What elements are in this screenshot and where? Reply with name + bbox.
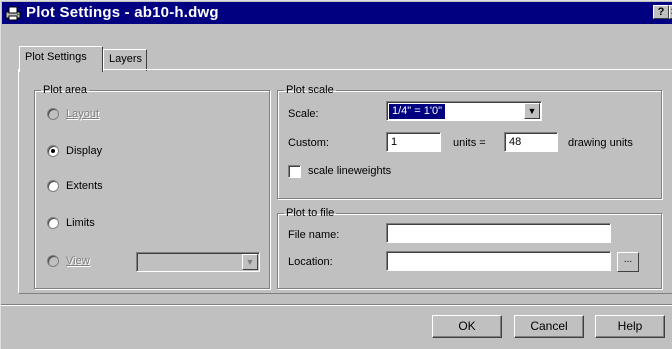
- plot-scale-legend: Plot scale: [286, 84, 334, 96]
- tab-layers[interactable]: Layers: [103, 49, 147, 71]
- radio-label: Display: [66, 145, 103, 157]
- plot-to-file-group: Plot to file: [277, 207, 662, 289]
- window-title: Plot Settings - ab10-h.dwg: [26, 4, 219, 21]
- radio-label: Limits: [66, 217, 95, 229]
- radio-button[interactable]: [47, 255, 59, 267]
- plot-settings-dialog: Plot Settings - ab10-h.dwg ? × Plot Sett…: [0, 0, 672, 349]
- title-bar[interactable]: Plot Settings - ab10-h.dwg ? ×: [2, 2, 672, 24]
- custom-drawing-value: 48: [509, 136, 522, 148]
- radio-button[interactable]: [47, 217, 59, 229]
- scale-dropdown[interactable]: 1/4" = 1'0" ▼: [386, 101, 542, 121]
- radio-button[interactable]: [47, 108, 59, 120]
- scale-lineweights-label[interactable]: scale lineweights: [308, 165, 391, 177]
- tab-label: Plot Settings: [25, 51, 87, 63]
- separator: [1, 304, 672, 306]
- help-button[interactable]: Help: [595, 315, 665, 338]
- cancel-button[interactable]: Cancel: [514, 315, 584, 338]
- custom-units-value: 1: [391, 136, 398, 148]
- view-dropdown[interactable]: ▼: [136, 252, 260, 272]
- custom-label: Custom:: [288, 137, 329, 149]
- plot-to-file-legend: Plot to file: [286, 207, 335, 219]
- tab-plot-settings[interactable]: Plot Settings: [19, 46, 103, 72]
- custom-units-input[interactable]: 1: [386, 132, 441, 152]
- radio-label: Extents: [66, 180, 103, 192]
- scale-label: Scale:: [288, 108, 319, 120]
- radio-selected-dot: [51, 149, 55, 153]
- radio-label: Layout: [66, 108, 100, 120]
- radio-button[interactable]: [47, 145, 59, 157]
- file-name-label: File name:: [288, 229, 340, 241]
- scale-lineweights-checkbox[interactable]: [288, 165, 301, 178]
- help-title-button[interactable]: ?: [653, 5, 669, 19]
- custom-drawing-units-input[interactable]: 48: [504, 132, 558, 152]
- chevron-down-icon[interactable]: ▼: [524, 103, 540, 119]
- tab-label: Layers: [109, 53, 143, 65]
- ok-button[interactable]: OK: [432, 315, 502, 338]
- location-input[interactable]: [386, 251, 611, 271]
- scale-selected-value: 1/4" = 1'0": [389, 104, 445, 119]
- radio-button[interactable]: [47, 180, 59, 192]
- browse-button[interactable]: ...: [617, 252, 639, 272]
- printer-icon: [5, 6, 21, 21]
- location-label: Location:: [288, 256, 333, 268]
- units-equals-label: units =: [453, 137, 486, 149]
- file-name-input[interactable]: [386, 223, 611, 243]
- drawing-units-label: drawing units: [568, 137, 633, 149]
- radio-label: View: [66, 255, 90, 267]
- chevron-down-icon[interactable]: ▼: [242, 254, 258, 270]
- plot-area-legend: Plot area: [43, 84, 88, 96]
